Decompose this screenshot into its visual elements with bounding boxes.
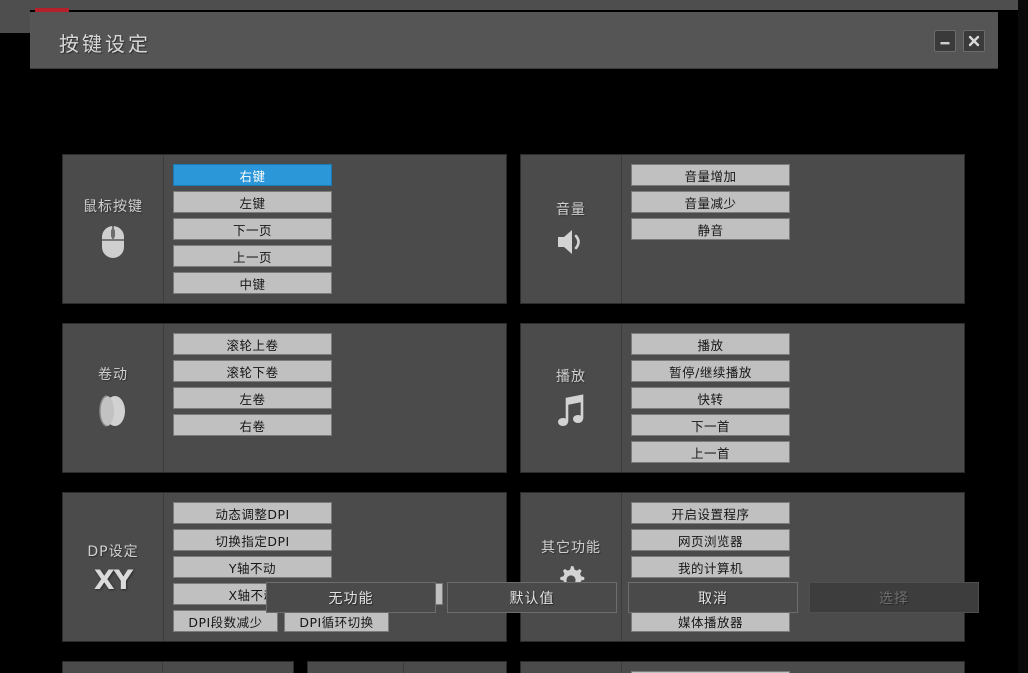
dialog-footer: 无功能 默认值 取消 选择 — [266, 582, 979, 613]
panel-title-mouse-buttons: 鼠标按键 — [83, 199, 143, 215]
button-scroll-up[interactable]: 滚轮上卷 — [173, 333, 332, 355]
panel-mode: 模式 模式切换 Profile 1 — [520, 661, 965, 673]
panel-volume: 音量 音量增加 音量减少 静音 — [520, 154, 965, 304]
button-right-click[interactable]: 右键 — [173, 164, 332, 186]
panel-header: 键盘 — [63, 662, 163, 673]
button-prev-page[interactable]: 上一页 — [173, 245, 332, 267]
button-open-settings-app[interactable]: 开启设置程序 — [631, 502, 790, 524]
music-note-icon — [554, 392, 588, 430]
panel-row: 卷动 滚轮上卷 滚轮下卷 左卷 右卷 播放 播放 暂停/继续播放 快转 下一首 … — [62, 323, 966, 473]
button-dpi-cycle[interactable]: DPI循环切换 — [284, 610, 389, 632]
button-scroll-right[interactable]: 右卷 — [173, 414, 332, 436]
panel-header: 模式 — [521, 662, 622, 673]
close-button[interactable] — [963, 30, 985, 52]
panel-row: DP设定 XY 动态调整DPI 切换指定DPI Y轴不动 X轴不动 DPI段数增… — [62, 492, 966, 642]
button-left-click[interactable]: 左键 — [173, 191, 332, 213]
mouse-icon — [98, 222, 128, 262]
dialog-titlebar: 按键设定 — [30, 12, 998, 69]
button-play[interactable]: 播放 — [631, 333, 790, 355]
button-prev-track[interactable]: 上一首 — [631, 441, 790, 463]
xy-axis-label: XY — [93, 564, 133, 596]
scroll-wheel-icon — [96, 390, 130, 432]
xy-axis-icon: XY — [93, 564, 133, 596]
panel-header: 其它功能 — [521, 493, 622, 641]
panel-title-playback: 播放 — [556, 369, 586, 385]
panel-body: 开启设置程序 网页浏览器 我的计算机 计算器 媒体播放器 — [622, 493, 964, 641]
button-dpi-stage-down[interactable]: DPI段数减少 — [173, 610, 278, 632]
panel-header: 播放 — [521, 324, 622, 472]
panel-header: 脚本 — [308, 662, 404, 673]
panel-body: 播放 暂停/继续播放 快转 下一首 上一首 — [622, 324, 964, 472]
background-window-sidebar — [0, 0, 30, 33]
button-lock-y-axis[interactable]: Y轴不动 — [173, 556, 332, 578]
button-next-track[interactable]: 下一首 — [631, 414, 790, 436]
panel-header: 卷动 — [63, 324, 164, 472]
cancel-button[interactable]: 取消 — [628, 582, 798, 613]
button-media-player[interactable]: 媒体播放器 — [631, 610, 790, 632]
panel-body: 动态调整DPI 切换指定DPI Y轴不动 X轴不动 DPI段数增加 DPI段数减… — [164, 493, 506, 641]
button-scroll-left[interactable]: 左卷 — [173, 387, 332, 409]
close-icon — [968, 35, 980, 47]
panel-row: 鼠标按键 右键 左键 下一页 上一页 中键 音量 音量增加 音量减少 静音 — [62, 154, 966, 304]
panel-script: 脚本 — [307, 661, 507, 673]
key-settings-dialog: 按键设定 鼠标按键 右键 左键 下一页 上一页 中键 音量 音量增加 音量减少 … — [30, 12, 998, 673]
minimize-button[interactable] — [934, 30, 956, 52]
select-button[interactable]: 选择 — [809, 582, 979, 613]
button-dynamic-dpi[interactable]: 动态调整DPI — [173, 502, 332, 524]
panel-other-functions: 其它功能 开启设置程序 网页浏览器 我的计算机 媒体播放器 — [520, 492, 965, 642]
button-scroll-down[interactable]: 滚轮下卷 — [173, 360, 332, 382]
button-volume-up[interactable]: 音量增加 — [631, 164, 790, 186]
speaker-icon — [553, 225, 589, 259]
panel-header: 音量 — [521, 155, 622, 303]
panel-row: 键盘 — [62, 661, 966, 673]
dialog-body: 鼠标按键 右键 左键 下一页 上一页 中键 音量 音量增加 音量减少 静音 卷动… — [30, 69, 998, 673]
defaults-button[interactable]: 默认值 — [447, 582, 617, 613]
button-volume-down[interactable]: 音量减少 — [631, 191, 790, 213]
panel-body: 脚本 — [404, 662, 511, 673]
panel-body: 模式切换 Profile 1 Profile 2 Profile 3 Profi… — [622, 662, 964, 673]
button-web-browser[interactable]: 网页浏览器 — [631, 529, 790, 551]
panel-header: DP设定 XY — [63, 493, 164, 641]
panel-body: 音量增加 音量减少 静音 — [622, 155, 964, 303]
panel-body: 右键 左键 下一页 上一页 中键 — [164, 155, 506, 303]
button-fast-forward[interactable]: 快转 — [631, 387, 790, 409]
panel-body: 键盘 — [163, 662, 293, 673]
panel-keyboard: 键盘 — [62, 661, 294, 673]
background-window-topbar — [0, 0, 1028, 10]
panel-header: 鼠标按键 — [63, 155, 164, 303]
minimize-icon — [940, 42, 950, 45]
panel-dpi-settings: DP设定 XY 动态调整DPI 切换指定DPI Y轴不动 X轴不动 DPI段数增… — [62, 492, 507, 642]
button-switch-dpi[interactable]: 切换指定DPI — [173, 529, 332, 551]
panel-body: 滚轮上卷 滚轮下卷 左卷 右卷 — [164, 324, 506, 472]
panel-mouse-buttons: 鼠标按键 右键 左键 下一页 上一页 中键 — [62, 154, 507, 304]
panel-title-other-functions: 其它功能 — [541, 540, 601, 556]
dialog-title: 按键设定 — [59, 32, 151, 56]
panel-playback: 播放 播放 暂停/继续播放 快转 下一首 上一首 — [520, 323, 965, 473]
panel-scroll: 卷动 滚轮上卷 滚轮下卷 左卷 右卷 — [62, 323, 507, 473]
button-next-page[interactable]: 下一页 — [173, 218, 332, 240]
panel-title-volume: 音量 — [556, 202, 586, 218]
background-right-strip — [1018, 0, 1028, 673]
panel-title-scroll: 卷动 — [98, 367, 128, 383]
panel-title-dpi-settings: DP设定 — [87, 543, 139, 560]
screen: 按键设定 鼠标按键 右键 左键 下一页 上一页 中键 音量 音量增加 音量减少 … — [0, 0, 1028, 673]
button-middle-click[interactable]: 中键 — [173, 272, 332, 294]
no-function-button[interactable]: 无功能 — [266, 582, 436, 613]
window-controls — [934, 30, 985, 52]
button-mute[interactable]: 静音 — [631, 218, 790, 240]
button-pause-resume[interactable]: 暂停/继续播放 — [631, 360, 790, 382]
button-my-computer[interactable]: 我的计算机 — [631, 556, 790, 578]
